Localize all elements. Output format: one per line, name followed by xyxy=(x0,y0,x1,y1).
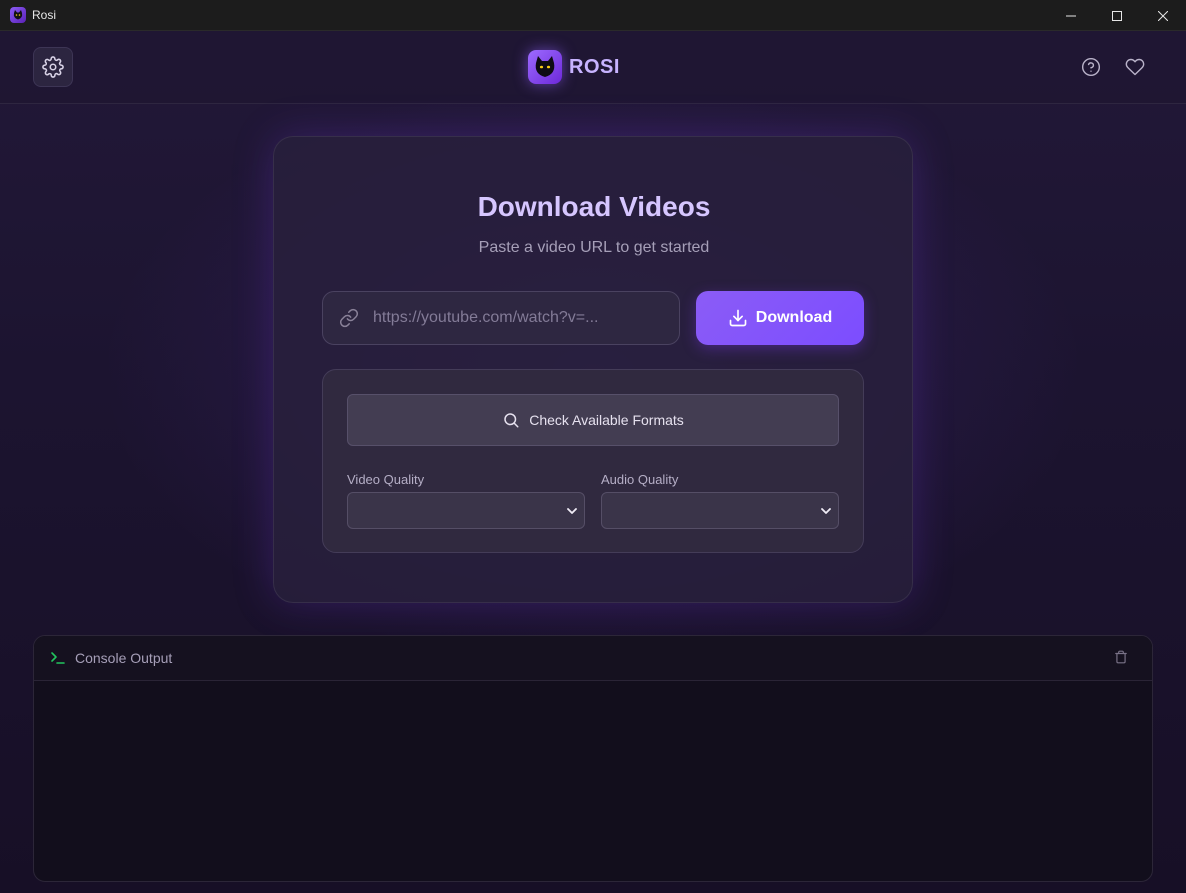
help-circle-icon xyxy=(1081,57,1101,77)
maximize-button[interactable] xyxy=(1094,0,1140,31)
console-title: Console Output xyxy=(75,650,173,666)
close-icon xyxy=(1158,10,1168,21)
console-panel: Console Output xyxy=(33,635,1153,882)
search-icon xyxy=(502,411,520,429)
chevron-down-icon xyxy=(821,507,831,514)
download-icon xyxy=(728,308,748,328)
cat-logo-icon xyxy=(528,50,562,84)
page-title: Download Videos xyxy=(477,191,711,222)
window-title: Rosi xyxy=(32,8,57,22)
console-header: Console Output xyxy=(34,636,1152,681)
minimize-icon xyxy=(1066,15,1076,16)
trash-icon xyxy=(1115,650,1127,664)
video-quality-label: Video Quality xyxy=(347,472,425,487)
app-icon xyxy=(10,7,26,23)
url-input[interactable] xyxy=(373,309,663,327)
brand: ROSI xyxy=(528,50,620,84)
favorite-button[interactable] xyxy=(1123,55,1147,79)
app-root: ROSI Download Videos Paste a video URL t… xyxy=(0,31,1186,893)
chevron-down-icon xyxy=(567,507,577,514)
gear-icon xyxy=(42,56,64,78)
maximize-icon xyxy=(1112,10,1122,21)
clear-console-button[interactable] xyxy=(1114,650,1130,666)
audio-quality-label: Audio Quality xyxy=(601,472,679,487)
link-icon xyxy=(339,308,359,328)
check-formats-button[interactable]: Check Available Formats xyxy=(347,394,839,446)
console-body xyxy=(34,681,1152,881)
settings-button[interactable] xyxy=(33,47,73,87)
brand-name: ROSI xyxy=(569,55,620,78)
download-button[interactable]: Download xyxy=(696,291,864,345)
help-button[interactable] xyxy=(1079,55,1103,79)
minimize-button[interactable] xyxy=(1048,0,1094,31)
url-field[interactable] xyxy=(322,291,680,345)
heart-icon xyxy=(1125,58,1145,76)
window-titlebar: Rosi xyxy=(0,0,1186,31)
formats-panel: Check Available Formats Video Quality Au… xyxy=(322,369,864,553)
audio-quality-select[interactable] xyxy=(601,492,839,529)
window-controls xyxy=(1048,0,1186,31)
page-subtitle: Paste a video URL to get started xyxy=(478,239,710,256)
download-label: Download xyxy=(755,309,833,326)
video-quality-select[interactable] xyxy=(347,492,585,529)
download-card: Download Videos Paste a video URL to get… xyxy=(273,136,913,603)
terminal-icon xyxy=(50,650,66,666)
close-button[interactable] xyxy=(1140,0,1186,31)
app-header: ROSI xyxy=(0,31,1186,104)
check-formats-label: Check Available Formats xyxy=(529,412,684,428)
